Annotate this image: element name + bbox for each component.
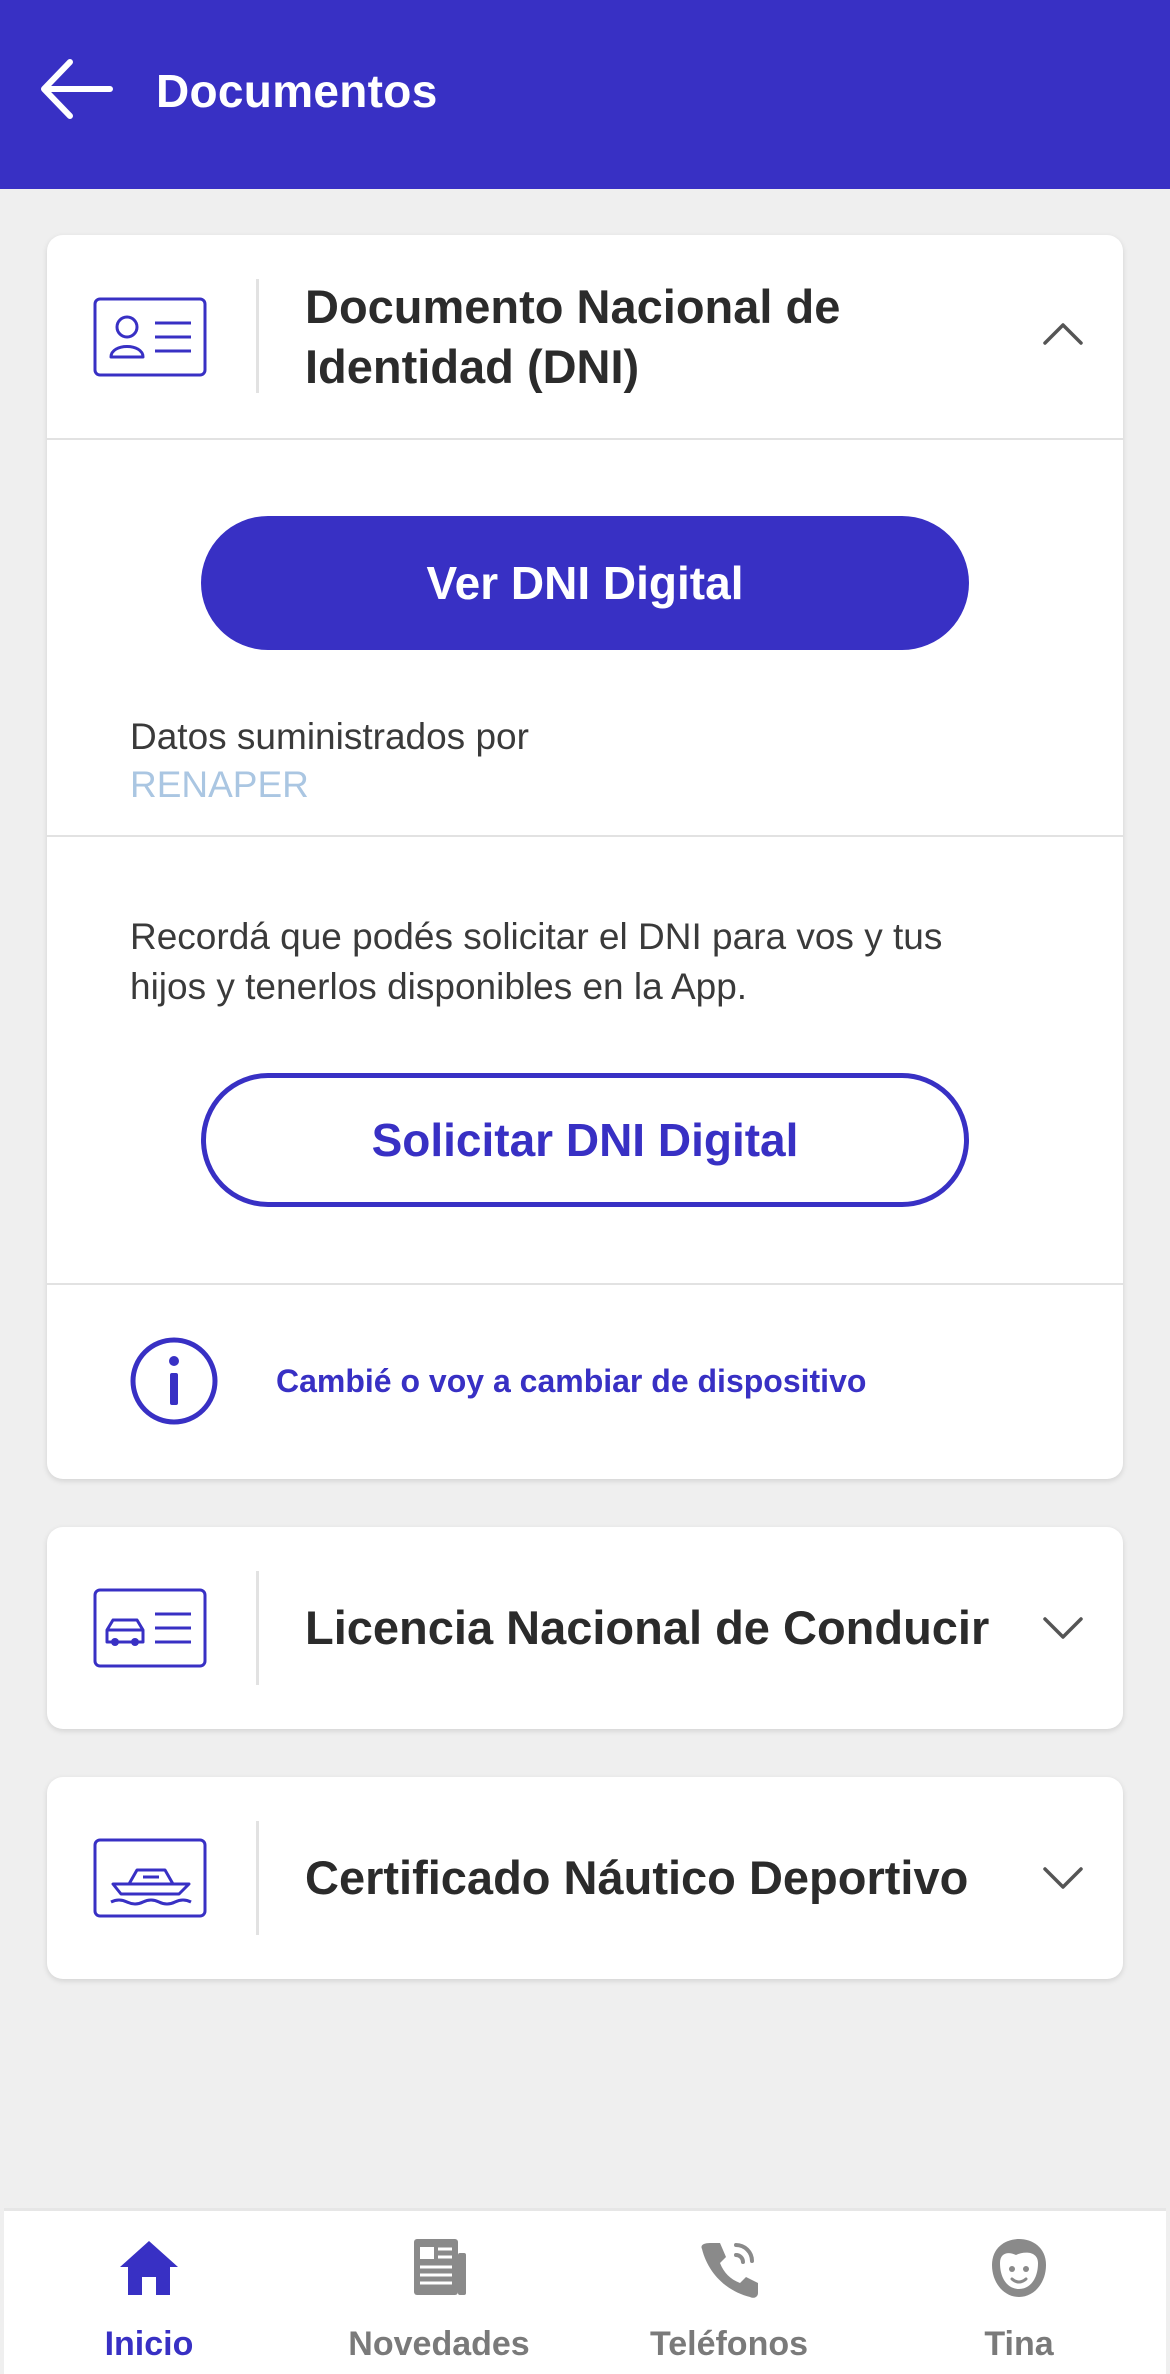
boat-icon [93,1838,207,1918]
nautical-card[interactable]: Certificado Náutico Deportivo [47,1777,1123,1979]
divider [47,438,1123,440]
change-device-link[interactable]: Cambié o voy a cambiar de dispositivo [276,1363,866,1400]
chevron-down-icon[interactable] [1041,1613,1085,1643]
view-dni-button[interactable]: Ver DNI Digital [201,516,969,650]
license-card-header[interactable]: Licencia Nacional de Conducir [47,1527,1123,1729]
nav-label: Teléfonos [649,2325,809,2363]
divider [47,1283,1123,1285]
nav-item-inicio[interactable]: Inicio [4,2211,294,2374]
nav-item-novedades[interactable]: Novedades [294,2211,584,2374]
dni-card-title: Documento Nacional de Identidad (DNI) [305,280,841,393]
renaper-link[interactable]: RENAPER [130,764,309,806]
nautical-card-title: Certificado Náutico Deportivo [305,1851,969,1904]
nautical-card-header[interactable]: Certificado Náutico Deportivo [47,1777,1123,1979]
info-icon [130,1337,218,1425]
dni-card: Documento Nacional de Identidad (DNI) Ve… [47,235,1123,1479]
app-bar: Documentos [0,0,1170,189]
nav-label: Novedades [348,2325,530,2363]
request-dni-button[interactable]: Solicitar DNI Digital [201,1073,969,1207]
phone-icon [701,2243,758,2298]
dni-card-header[interactable]: Documento Nacional de Identidad (DNI) [47,235,1123,437]
divider [47,835,1123,837]
chevron-down-icon[interactable] [1041,1863,1085,1893]
license-card[interactable]: Licencia Nacional de Conducir [47,1527,1123,1729]
page-title: Documentos [156,65,438,117]
driver-license-icon [93,1588,207,1668]
home-icon [120,2241,178,2295]
tina-avatar-icon [992,2239,1046,2297]
bottom-nav: Inicio Novedades Teléfonos Tina [4,2208,1166,2374]
header-divider [256,1821,259,1935]
reminder-text: Recordá que podés solicitar el DNI para … [130,916,943,1007]
source-label: Datos suministrados por [130,716,529,757]
license-card-title: Licencia Nacional de Conducir [305,1601,990,1654]
header-divider [256,1571,259,1685]
chevron-up-icon[interactable] [1041,317,1085,347]
nav-item-telefonos[interactable]: Teléfonos [584,2211,874,2374]
nav-label: Inicio [104,2325,194,2363]
news-icon [414,2239,466,2295]
back-arrow-icon[interactable] [36,56,116,122]
id-card-icon [93,297,207,377]
nav-item-tina[interactable]: Tina [874,2211,1164,2374]
nav-label: Tina [984,2325,1054,2363]
header-divider [256,279,259,393]
